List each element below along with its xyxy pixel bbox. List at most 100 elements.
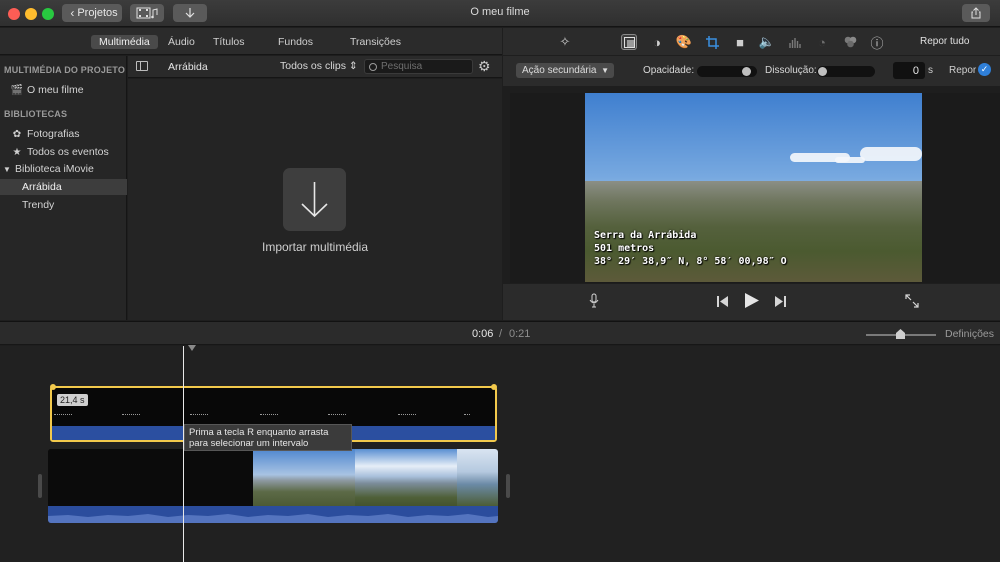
- viewer-controls: [503, 284, 1000, 320]
- sidebar-item-label: Biblioteca iMovie: [15, 163, 94, 175]
- reset-label[interactable]: Repor: [949, 65, 976, 76]
- dissolve-label: Dissolução:: [765, 65, 817, 76]
- import-media-label: Importar multimédia: [261, 240, 369, 254]
- library-sidebar: MULTIMÉDIA DO PROJETO 🎬 O meu filme BIBL…: [0, 56, 127, 320]
- sidebar-item-all-events[interactable]: ★ Todos os eventos: [0, 144, 127, 160]
- range-selection-tooltip: Prima a tecla R enquanto arrasta para se…: [184, 424, 352, 451]
- sidebar-item-trendy[interactable]: Trendy: [0, 197, 127, 213]
- clip-filter-select[interactable]: Todos os clips ⇕: [280, 60, 358, 72]
- overlay-coordinates-line: 38° 29′ 38,9″ N, 8° 58′ 00,98″ O: [594, 256, 787, 267]
- tab-audio[interactable]: Áudio: [160, 35, 203, 49]
- search-input[interactable]: [381, 61, 466, 72]
- apply-checkmark-icon[interactable]: ✓: [978, 63, 991, 76]
- photos-flower-icon: ✿: [12, 128, 22, 140]
- search-field[interactable]: [364, 59, 473, 74]
- browser-toolbar: Arrábida Todos os clips ⇕ ⚙: [128, 56, 502, 78]
- clip-frame-marker: [54, 414, 72, 420]
- timeline-settings-button[interactable]: Definições: [945, 328, 994, 340]
- playhead[interactable]: [183, 346, 184, 562]
- crop-icon[interactable]: [704, 34, 720, 50]
- import-media-button[interactable]: [283, 168, 346, 231]
- color-balance-icon[interactable]: ◑: [649, 34, 665, 50]
- opacity-slider-knob[interactable]: [742, 67, 752, 76]
- voiceover-microphone-icon[interactable]: [589, 293, 599, 311]
- skip-forward-icon[interactable]: [775, 295, 786, 310]
- playhead-marker: [188, 345, 196, 351]
- clip-thumbnail: [253, 449, 355, 506]
- skip-back-icon[interactable]: [717, 295, 728, 310]
- clip-start-handle[interactable]: [50, 384, 56, 390]
- overlay-settings-bar: Ação secundária ▼ Opacidade: Dissolução:…: [503, 56, 1000, 86]
- clapperboard-icon: 🎬: [10, 84, 24, 96]
- chevron-down-icon: ▼: [601, 66, 609, 75]
- audio-waveform-graphic: [48, 514, 498, 523]
- clip-frame-marker: [328, 414, 346, 420]
- adjustments-toolbar: ✧ ◑ 🎨 ■ 🔈 ◔ ⓘ Repor tudo: [503, 28, 1000, 55]
- tab-multimedia[interactable]: Multimédia: [91, 35, 158, 49]
- event-title: Arrábida: [168, 61, 208, 73]
- opacity-label: Opacidade:: [643, 65, 695, 76]
- clip-frame-marker: [190, 414, 208, 420]
- video-preview[interactable]: Serra da Arrábida 501 metros 38° 29′ 38,…: [585, 93, 922, 282]
- magic-wand-icon[interactable]: ✧: [557, 34, 573, 50]
- disclosure-triangle-icon[interactable]: ▼: [2, 165, 12, 174]
- sidebar-item-photos[interactable]: ✿ Fotografias: [0, 126, 127, 142]
- fullscreen-icon[interactable]: [905, 294, 919, 311]
- tab-transitions[interactable]: Transições: [342, 35, 409, 49]
- clip-frame-marker: [398, 414, 416, 420]
- star-icon: ★: [12, 146, 22, 158]
- updown-chevron-icon: ⇕: [348, 60, 358, 72]
- clip-duration-badge: 21,4 s: [57, 394, 88, 406]
- dissolve-slider[interactable]: [817, 66, 875, 77]
- volume-icon[interactable]: 🔈: [759, 34, 775, 50]
- project-media-heading: MULTIMÉDIA DO PROJETO: [4, 65, 126, 75]
- toggle-libraries-list-button[interactable]: [136, 61, 148, 71]
- sidebar-item-label: Todos os eventos: [27, 146, 109, 158]
- tab-backgrounds[interactable]: Fundos: [270, 35, 321, 49]
- clip-frame-marker: [260, 414, 278, 420]
- info-icon[interactable]: ⓘ: [869, 34, 885, 51]
- browser-tabs: Multimédia Áudio Títulos Fundos Transiçõ…: [0, 28, 502, 55]
- stabilization-icon[interactable]: ■: [732, 34, 748, 50]
- window-title: O meu filme: [470, 6, 530, 18]
- overlay-title-line: Serra da Arrábida: [594, 230, 697, 241]
- color-palette-icon[interactable]: 🎨: [676, 34, 692, 50]
- reset-all-button[interactable]: Repor tudo: [920, 36, 969, 47]
- clip-frame-marker: [122, 414, 140, 420]
- play-icon[interactable]: [745, 293, 759, 311]
- overlay-altitude-line: 501 metros: [594, 243, 655, 254]
- equalizer-icon[interactable]: [787, 34, 803, 50]
- share-icon: [971, 7, 981, 19]
- media-browser: Importar multimédia: [128, 79, 502, 320]
- dissolve-duration-field[interactable]: 0: [893, 62, 925, 79]
- share-button[interactable]: [962, 4, 990, 22]
- gear-icon[interactable]: ⚙: [478, 59, 491, 73]
- overlay-mode-select[interactable]: Ação secundária ▼: [516, 63, 614, 78]
- download-arrow-icon: [301, 182, 328, 218]
- video-cloud: [860, 147, 922, 161]
- sidebar-item-label: O meu filme: [27, 84, 84, 96]
- search-icon: [369, 62, 377, 71]
- timeline-header: 0:06 / 0:21 Definições: [0, 321, 1000, 345]
- clip-end-handle[interactable]: [491, 384, 497, 390]
- libraries-heading: BIBLIOTECAS: [4, 109, 68, 119]
- video-cloud: [835, 157, 865, 163]
- overlay-mode-value: Ação secundária: [522, 65, 597, 76]
- sidebar-item-library[interactable]: ▼ Biblioteca iMovie: [0, 161, 127, 177]
- clip-left-edge-handle[interactable]: [38, 474, 42, 498]
- clip-right-edge-handle[interactable]: [506, 474, 510, 498]
- crop-overlay-icon[interactable]: [621, 34, 637, 50]
- timecode-separator: /: [499, 328, 503, 340]
- filter-icon[interactable]: [842, 34, 858, 50]
- clip-audio-waveform: [48, 506, 498, 523]
- opacity-slider[interactable]: [697, 66, 757, 77]
- clip-thumbnail: [48, 449, 253, 506]
- tab-titles[interactable]: Títulos: [205, 35, 253, 49]
- dissolve-slider-knob[interactable]: [818, 67, 827, 76]
- primary-video-clip[interactable]: [48, 449, 498, 523]
- timeline-zoom-knob[interactable]: [896, 329, 905, 339]
- speed-icon[interactable]: ◔: [814, 34, 830, 50]
- clip-thumbnail: [457, 449, 498, 506]
- sidebar-item-arrabida[interactable]: Arrábida: [0, 179, 127, 195]
- sidebar-item-project[interactable]: 🎬 O meu filme: [0, 82, 127, 98]
